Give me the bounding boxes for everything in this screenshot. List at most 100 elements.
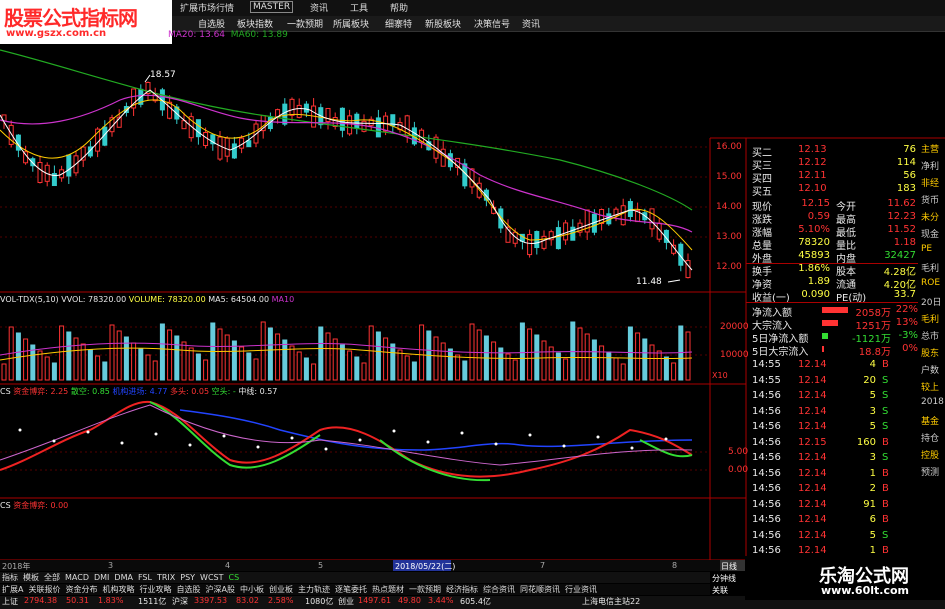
vol-vvol: VVOL: 78320.00: [61, 295, 127, 304]
function-tab[interactable]: 一款预期: [407, 584, 443, 595]
flow-pct: 22%: [895, 304, 918, 315]
ma20-legend: MA20: 13.64: [168, 30, 226, 40]
right-tab-related[interactable]: 关联: [712, 585, 728, 596]
volume-bar: [663, 356, 669, 381]
function-tab[interactable]: 资金分布: [63, 584, 99, 595]
high-price-label: 18.57: [150, 70, 176, 80]
indicator-tab[interactable]: WCST: [198, 573, 225, 582]
cs-dot: [596, 435, 600, 439]
volume-bar: [397, 349, 403, 381]
volume-bar: [318, 326, 324, 381]
stat-value: 33.7: [893, 289, 916, 300]
volume-bar: [152, 360, 158, 381]
status-sh-v: 2794.38: [24, 596, 58, 605]
tick-volume: 5: [869, 390, 876, 401]
function-tab[interactable]: 经济指标: [444, 584, 480, 595]
indicator-tab[interactable]: DMA: [112, 573, 135, 582]
f10-item[interactable]: 总市: [921, 329, 939, 342]
indicator-tab[interactable]: FSL: [136, 573, 154, 582]
cs2-legend: CS 资金博弈: 0.00: [0, 500, 68, 511]
volume-bar: [505, 353, 511, 381]
indicator-tab[interactable]: PSY: [178, 573, 197, 582]
date-m4: 4: [225, 561, 231, 570]
status-sh-p: 1.83%: [98, 596, 124, 605]
volume-bar: [159, 323, 165, 381]
right-tab-daily[interactable]: 日线: [721, 561, 737, 572]
tick-price: 12.15: [798, 436, 827, 448]
candle: [541, 235, 547, 249]
function-tab[interactable]: 综合资讯: [481, 584, 517, 595]
indicator-tab[interactable]: MACD: [63, 573, 91, 582]
function-tab[interactable]: 行业攻略: [137, 584, 173, 595]
tick-price: 12.14: [798, 421, 827, 432]
date-selected[interactable]: 2018/05/22(二): [395, 561, 455, 572]
volume-bar: [613, 357, 619, 381]
tick-volume: 1: [869, 467, 876, 479]
volume-bar: [635, 332, 641, 381]
status-hs[interactable]: 沪深: [172, 596, 188, 607]
stat-value: 1.89: [807, 276, 830, 287]
function-tab[interactable]: 关联报价: [26, 584, 62, 595]
volume-bar: [311, 363, 317, 381]
indicator-tab[interactable]: 全部: [42, 572, 62, 583]
f10-item[interactable]: 较上: [921, 380, 939, 393]
f10-item[interactable]: PE: [921, 244, 932, 254]
function-tab[interactable]: 逐笔委托: [333, 584, 369, 595]
ma60-legend: MA60: 13.89: [230, 30, 288, 40]
function-tab[interactable]: 扩展A: [0, 584, 25, 595]
bid-price: 12.10: [798, 183, 827, 194]
volume-bar: [188, 347, 194, 381]
candle: [469, 168, 475, 188]
flow-pct: 0%: [902, 343, 918, 354]
volume-bar: [325, 332, 331, 381]
function-tab[interactable]: 机构攻略: [100, 584, 136, 595]
f10-item[interactable]: 货币: [921, 193, 939, 206]
function-tab[interactable]: 主力轨迹: [296, 584, 332, 595]
function-tab[interactable]: 自选股: [174, 584, 202, 595]
function-tab[interactable]: 创业板: [267, 584, 295, 595]
tick-time: 14:56: [752, 529, 781, 541]
f10-item[interactable]: 净利: [921, 159, 939, 172]
volume-bar: [419, 324, 425, 381]
f10-item[interactable]: 非经: [921, 176, 939, 189]
indicator-tab[interactable]: 模板: [21, 572, 41, 583]
function-tab[interactable]: 中小板: [238, 584, 266, 595]
function-tab[interactable]: 沪深A股: [203, 584, 236, 595]
function-tab[interactable]: 热点题材: [370, 584, 406, 595]
f10-item[interactable]: 未分: [921, 210, 939, 223]
volume-bar: [606, 351, 612, 381]
indicator-tab[interactable]: TRIX: [155, 573, 177, 582]
tick-side: B: [882, 498, 889, 510]
tick-time: 14:56: [752, 514, 781, 525]
f10-item[interactable]: 股东: [921, 346, 939, 359]
volume-bar: [433, 336, 439, 381]
function-tab[interactable]: 同花顺资讯: [518, 584, 562, 595]
f10-item[interactable]: 主营: [921, 142, 939, 155]
indicator-tab[interactable]: CS: [227, 573, 242, 582]
tick-time: 14:56: [752, 483, 781, 494]
candle: [527, 234, 533, 256]
tick-time: 14:56: [752, 390, 781, 401]
f10-item[interactable]: 现金: [921, 227, 939, 240]
f10-item[interactable]: 毛利: [921, 312, 939, 325]
status-sh[interactable]: 上证: [2, 596, 18, 607]
function-tab[interactable]: 行业资讯: [563, 584, 599, 595]
f10-item[interactable]: 2018: [921, 397, 944, 407]
vol-ma5: MA5: 64504.00: [208, 295, 270, 304]
status-cy[interactable]: 创业: [338, 596, 354, 607]
volume-bar: [541, 340, 547, 381]
f10-item[interactable]: 20日: [921, 295, 941, 308]
f10-item[interactable]: 预测: [921, 465, 939, 478]
f10-item[interactable]: 户数: [921, 363, 939, 376]
f10-item[interactable]: 毛利: [921, 261, 939, 274]
f10-item[interactable]: 基金: [921, 414, 939, 427]
f10-item[interactable]: 持仓: [921, 431, 939, 444]
right-tab-minute[interactable]: 分钟线: [712, 573, 736, 584]
volume-bar: [23, 338, 29, 381]
indicator-tab[interactable]: DMI: [92, 573, 111, 582]
volume-bar: [411, 361, 417, 381]
indicator-tab[interactable]: 指标: [0, 572, 20, 583]
volume-bar: [138, 348, 144, 381]
f10-item[interactable]: ROE: [921, 278, 940, 288]
f10-item[interactable]: 控股: [921, 448, 939, 461]
